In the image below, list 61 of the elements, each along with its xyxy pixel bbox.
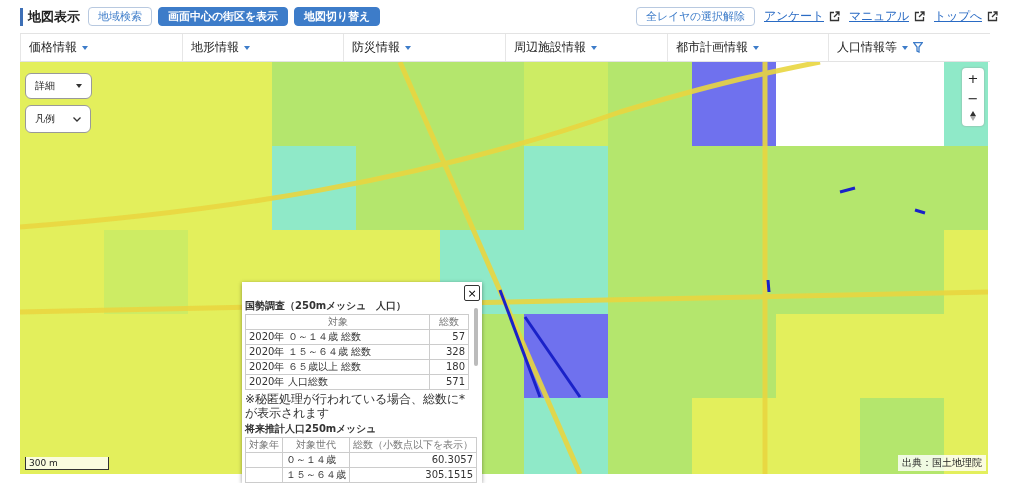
caret-icon: [243, 45, 250, 50]
layer-menu[interactable]: 周辺施設情報: [505, 34, 667, 61]
compass-icon[interactable]: [970, 111, 976, 121]
column-header: 総数（小数点以下を表示）: [349, 437, 477, 453]
table-cell: 180: [429, 359, 469, 375]
table-cell: １５～６４歳: [282, 467, 350, 483]
caret-icon: [82, 45, 88, 50]
scrollbar-thumb[interactable]: [474, 308, 478, 366]
table-cell: 2020年 ６５歳以上 総数: [245, 359, 430, 375]
external-link-icon: [914, 11, 925, 22]
header-link[interactable]: トップへ: [934, 8, 982, 25]
external-link-icon: [829, 11, 840, 22]
column-header: 対象: [245, 314, 430, 330]
caret-icon: [752, 45, 759, 50]
external-link-icon: [987, 11, 998, 22]
scale-bar: 300 m: [25, 457, 109, 470]
caret-icon: [591, 45, 597, 50]
menu-label: 防災情報: [352, 39, 401, 56]
table-cell: 571: [429, 374, 469, 390]
caret-icon: [76, 84, 82, 88]
header-link[interactable]: アンケート: [764, 8, 824, 25]
table-cell: 2020年 １５～６４歳 総数: [245, 344, 430, 360]
zoom-in-button[interactable]: +: [962, 68, 984, 88]
table-cell: 328: [429, 344, 469, 360]
table-cell: ０～１４歳: [282, 452, 350, 468]
column-header: 総数: [429, 314, 469, 330]
action-button[interactable]: 地図切り替え: [294, 7, 380, 26]
layer-menu[interactable]: 人口情報等: [828, 34, 991, 61]
zoom-out-button[interactable]: −: [962, 88, 984, 108]
section-title: 将来推計人口250mメッシュ: [245, 423, 378, 435]
header-link[interactable]: マニュアル: [849, 8, 909, 25]
search-button[interactable]: 地域検索: [88, 7, 152, 26]
menu-label: 価格情報: [29, 39, 77, 56]
table-cell: 2020年 ０～１４歳 総数: [245, 329, 430, 345]
column-header: 対象年: [245, 437, 283, 453]
layer-menu[interactable]: 防災情報: [343, 34, 505, 61]
table-cell: 305.1515: [349, 467, 477, 483]
map-attribution: 出典：国土地理院: [898, 455, 986, 471]
chevron-down-icon: [73, 116, 81, 122]
page-title: 地図表示: [20, 7, 80, 26]
menu-label: 地形情報: [190, 39, 239, 56]
menu-label: 都市計画情報: [675, 39, 748, 56]
layer-menu[interactable]: 都市計画情報: [666, 34, 829, 61]
map-dropdown[interactable]: 詳細: [25, 73, 92, 99]
caret-icon: [902, 45, 909, 50]
close-button[interactable]: ×: [464, 285, 480, 301]
table-cell: 2020年 人口総数: [245, 374, 430, 390]
layer-menu[interactable]: 価格情報: [20, 34, 182, 61]
table-cell: 57: [429, 329, 469, 345]
column-header: 対象世代: [282, 437, 350, 453]
menu-label: 周辺施設情報: [514, 39, 586, 56]
layer-menu[interactable]: 地形情報: [181, 34, 344, 61]
footnote: ※秘匿処理が行われている場合、総数に*が表示されます: [245, 392, 467, 420]
caret-icon: [405, 45, 412, 50]
table-cell: 60.3057: [349, 452, 477, 468]
action-button[interactable]: 画面中心の街区を表示: [158, 7, 288, 26]
section-title: 国勢調査（250mメッシュ 人口）: [245, 300, 408, 312]
map-dropdown[interactable]: 凡例: [25, 105, 91, 133]
menu-label: 人口情報等: [837, 39, 898, 56]
clear-layers-button[interactable]: 全レイヤの選択解除: [636, 7, 755, 26]
filter-icon[interactable]: [913, 42, 924, 53]
